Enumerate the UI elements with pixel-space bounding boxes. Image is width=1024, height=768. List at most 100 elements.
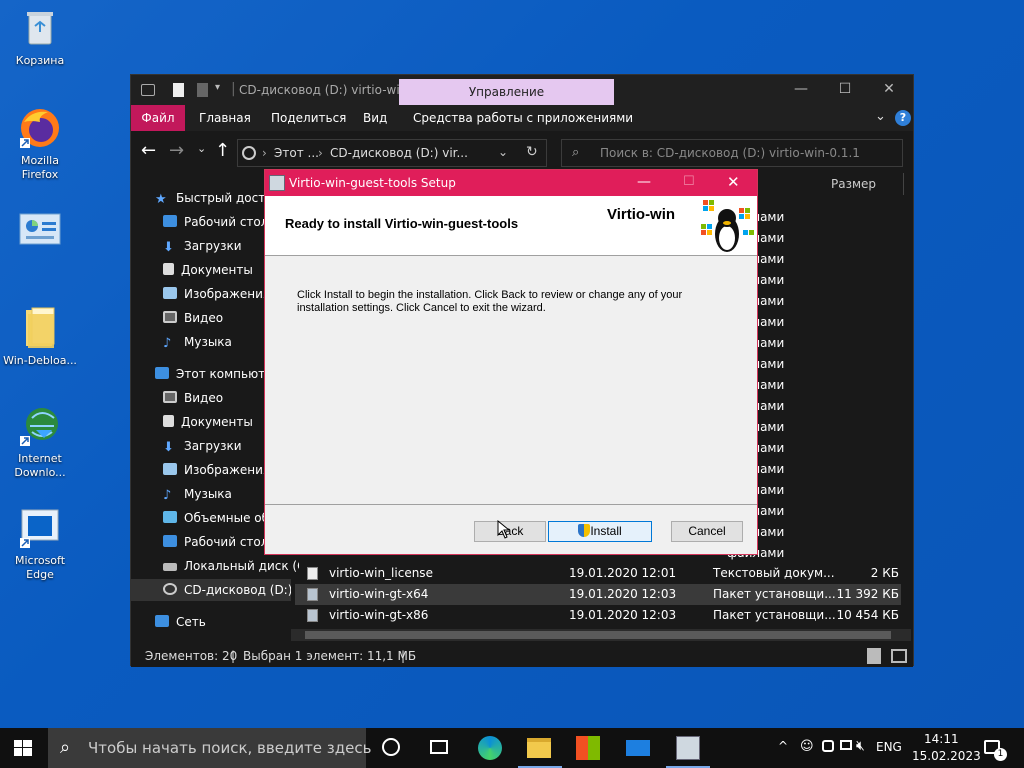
task-view-icon[interactable] <box>430 740 448 754</box>
clock-time[interactable]: 14:11 <box>924 732 959 746</box>
help-icon[interactable]: ? <box>895 110 911 126</box>
mail-icon[interactable] <box>626 740 650 756</box>
forward-arrow-icon[interactable]: → <box>169 140 184 161</box>
nav-label: CD-дисковод (D:) v <box>184 583 291 597</box>
hard-drive-icon <box>163 563 177 571</box>
tab-home[interactable]: Главная <box>199 111 251 125</box>
scrollbar-thumb[interactable] <box>305 631 891 639</box>
refresh-icon[interactable]: ↻ <box>526 144 538 160</box>
file-type: Текстовый докум... <box>713 566 835 580</box>
properties-icon[interactable] <box>173 83 184 97</box>
nav-label: Локальный диск (C <box>184 559 299 573</box>
notification-count-badge: 1 <box>994 748 1007 761</box>
new-folder-icon[interactable] <box>197 83 208 97</box>
tab-share[interactable]: Поделиться <box>271 111 346 125</box>
status-bar: Элементов: 20 | Выбран 1 элемент: 11,1 М… <box>131 645 913 667</box>
cancel-button[interactable]: Cancel <box>671 521 743 542</box>
desktop-icon-control-panel[interactable] <box>0 210 80 258</box>
nav-label: Документы <box>181 415 253 429</box>
ribbon-expand-chevron-icon[interactable]: ⌄ <box>875 109 886 124</box>
network-tray-icon[interactable] <box>840 740 852 750</box>
taskbar-search-placeholder: Чтобы начать поиск, введите здесь <box>88 739 372 757</box>
nav-label: Загрузки <box>184 439 242 453</box>
camera-icon[interactable] <box>822 740 834 752</box>
star-icon: ★ <box>155 192 167 207</box>
file-row[interactable]: virtio-win_license 19.01.2020 12:01 Тексто… <box>295 563 901 584</box>
minimize-button[interactable]: — <box>791 81 811 97</box>
file-row[interactable]: virtio-win-gt-x86 19.01.2020 12:03 Пакет у… <box>295 605 901 626</box>
breadcrumb-this-pc[interactable]: Этот ... <box>274 146 319 160</box>
dialog-heading: Ready to install Virtio-win-guest-tools <box>285 216 519 231</box>
tab-manage[interactable]: Управление <box>399 79 614 105</box>
horizontal-scrollbar[interactable] <box>291 629 911 641</box>
taskbar: ⌕ Чтобы начать поиск, введите здесь ^ ☺ … <box>0 728 1024 768</box>
file-type: Пакет установщи... <box>713 587 836 601</box>
title-bar[interactable]: ▾ | CD-дисковод (D:) virtio-win... Управ… <box>131 75 913 105</box>
file-explorer-taskbar-icon[interactable] <box>527 738 551 758</box>
file-name: virtio-win-gt-x86 <box>329 608 429 622</box>
brand-label: Virtio-win <box>607 206 676 223</box>
desktop-icon-folder[interactable]: Win-Debloa... <box>0 306 80 368</box>
close-button[interactable]: ✕ <box>879 81 899 97</box>
desktop-icon-recycle-bin[interactable]: Корзина <box>0 6 80 68</box>
network-icon <box>155 615 169 627</box>
address-dropdown-chevron-icon[interactable]: ⌄ <box>498 145 508 159</box>
people-icon[interactable]: ☺ <box>800 739 814 754</box>
file-date: 19.01.2020 12:01 <box>569 566 677 580</box>
dialog-minimize-button[interactable]: — <box>637 174 651 190</box>
edge-taskbar-icon[interactable] <box>478 736 502 760</box>
status-selected: Выбран 1 элемент: 11,1 МБ <box>243 649 417 663</box>
large-icons-view-icon[interactable] <box>891 649 907 663</box>
up-arrow-icon[interactable]: ↑ <box>215 140 230 161</box>
desktop-icon-firefox[interactable]: Mozilla Firefox <box>0 106 80 182</box>
setup-dialog[interactable]: Virtio-win-guest-tools Setup — ☐ ✕ Ready… <box>264 169 758 555</box>
nav-label: Сеть <box>176 615 206 629</box>
dialog-title-bar[interactable]: Virtio-win-guest-tools Setup — ☐ ✕ <box>265 170 757 196</box>
nav-network[interactable]: Сеть <box>155 611 291 633</box>
nav-label: Документы <box>181 263 253 277</box>
tab-file[interactable]: Файл <box>131 105 185 131</box>
pictures-icon <box>163 287 177 299</box>
taskbar-search-box[interactable]: ⌕ Чтобы начать поиск, введите здесь <box>48 728 371 768</box>
nav-pc-cd-drive[interactable]: CD-дисковод (D:) v <box>131 579 291 601</box>
file-row[interactable]: virtio-win-gt-x64 19.01.2020 12:03 Пакет у… <box>295 584 901 605</box>
ribbon-tabs: Файл Главная Поделиться Вид Средства раб… <box>131 105 913 131</box>
details-view-icon[interactable] <box>867 648 881 664</box>
tab-app-tools[interactable]: Средства работы с приложениями <box>413 111 633 125</box>
file-name: virtio-win_license <box>329 566 433 580</box>
breadcrumb-cd-drive[interactable]: CD-дисковод (D:) vir... <box>330 146 468 160</box>
file-size: 11 392 КБ <box>836 587 899 601</box>
column-header-size[interactable]: Размер <box>831 177 876 191</box>
clock-date[interactable]: 15.02.2023 <box>912 749 981 763</box>
address-sep-icon: › <box>262 146 267 160</box>
column-divider <box>903 173 904 195</box>
show-hidden-icons-chevron-icon[interactable]: ^ <box>778 739 788 753</box>
desktop-icon-edge[interactable]: Microsoft Edge <box>0 506 80 582</box>
store-icon[interactable] <box>576 736 600 760</box>
search-icon: ⌕ <box>60 737 71 758</box>
installer-taskbar-icon[interactable] <box>676 736 700 760</box>
3d-objects-icon <box>163 511 177 523</box>
nav-label: Рабочий стол <box>184 535 269 549</box>
maximize-button[interactable]: ☐ <box>835 81 855 97</box>
volume-muted-icon[interactable]: 🔇︎ <box>856 738 865 754</box>
cortana-icon[interactable] <box>382 738 400 756</box>
back-arrow-icon[interactable]: ← <box>141 140 156 161</box>
install-button[interactable]: Install <box>548 521 652 542</box>
quick-access-toolbar-icon[interactable] <box>141 84 155 96</box>
dialog-close-button[interactable]: ✕ <box>727 173 740 191</box>
language-indicator[interactable]: ENG <box>876 740 902 754</box>
desktop-folder-icon <box>163 215 177 227</box>
recent-locations-chevron-icon[interactable]: ⌄ <box>197 142 206 155</box>
document-icon <box>163 263 174 275</box>
tab-view[interactable]: Вид <box>363 111 387 125</box>
desktop-icon-idm[interactable]: Internet Downlo... <box>0 404 80 480</box>
file-size: 2 КБ <box>870 566 899 580</box>
search-box[interactable]: ⌕ Поиск в: CD-дисковод (D:) virtio-win-0… <box>561 139 903 167</box>
customize-toolbar-chevron-icon[interactable]: ▾ <box>215 82 220 93</box>
status-separator: | <box>231 649 236 663</box>
start-button[interactable] <box>14 740 32 756</box>
nav-pc-local-disk[interactable]: Локальный диск (C <box>163 555 299 577</box>
address-bar[interactable]: › Этот ... › CD-дисковод (D:) vir... ⌄ ↻ <box>237 139 547 167</box>
dialog-message: Click Install to begin the installation.… <box>297 289 682 315</box>
